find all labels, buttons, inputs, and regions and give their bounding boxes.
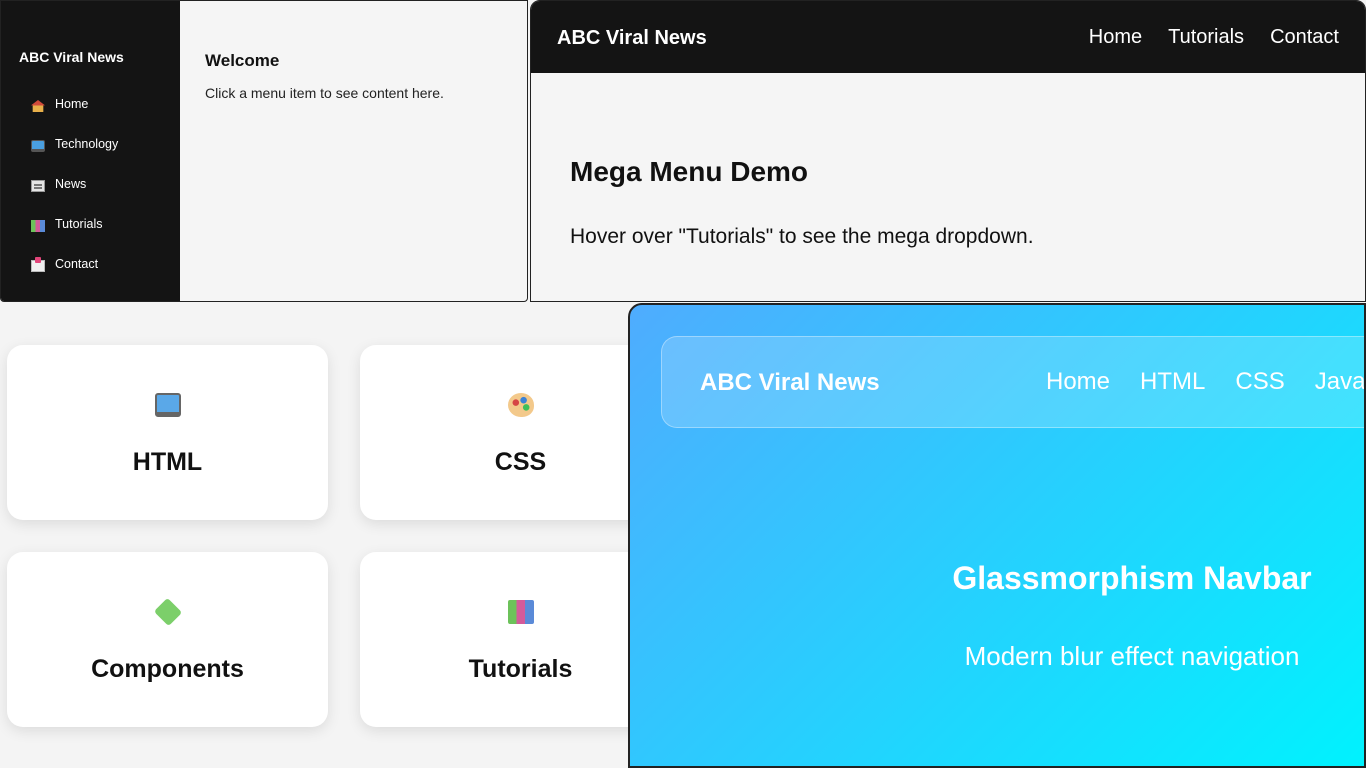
house-icon <box>31 100 45 112</box>
sidebar-item-label: Tutorials <box>55 217 103 231</box>
navbar-brand[interactable]: ABC Viral News <box>557 27 707 50</box>
glass-link-html[interactable]: HTML <box>1140 368 1205 396</box>
laptop-icon <box>31 140 45 152</box>
sidebar-item-tutorials[interactable]: Tutorials <box>31 217 118 257</box>
glass-link-java[interactable]: Java <box>1315 368 1364 396</box>
sidebar-item-home[interactable]: Home <box>31 97 118 137</box>
glass-subtitle: Modern blur effect navigation <box>964 641 1300 671</box>
glass-nav-links: Home HTML CSS Java <box>1046 368 1364 396</box>
sidebar-brand[interactable]: ABC Viral News <box>19 49 124 65</box>
sidebar-item-contact[interactable]: Contact <box>31 257 118 297</box>
card-html[interactable]: HTML <box>7 345 328 520</box>
palette-icon <box>507 393 534 417</box>
card-components[interactable]: Components <box>7 552 328 727</box>
sidebar-nav: Home Technology News Tutorials Contact <box>31 97 118 297</box>
books-icon <box>507 600 534 624</box>
card-title: HTML <box>132 448 203 476</box>
navbar-links: Home Tutorials Contact <box>1089 26 1339 49</box>
newspaper-icon <box>31 180 45 192</box>
sidebar-demo-panel: ABC Viral News Home Technology News Tuto… <box>0 0 528 302</box>
sidebar-item-label: Technology <box>55 137 119 151</box>
sidebar-item-label: Contact <box>55 257 99 271</box>
nav-link-tutorials[interactable]: Tutorials <box>1168 26 1244 49</box>
mega-text: Hover over "Tutorials" to see the mega d… <box>570 225 1034 248</box>
mega-menu-demo-panel: ABC Viral News Home Tutorials Contact Me… <box>530 0 1366 302</box>
glassmorphism-demo-panel: ABC Viral News Home HTML CSS Java Glassm… <box>628 303 1366 768</box>
glass-title: Glassmorphism Navbar <box>952 560 1312 596</box>
content-title: Welcome <box>205 51 280 70</box>
sidebar-item-news[interactable]: News <box>31 177 118 217</box>
laptop-icon <box>154 393 181 417</box>
nav-link-contact[interactable]: Contact <box>1270 26 1339 49</box>
sidebar-item-technology[interactable]: Technology <box>31 137 118 177</box>
content-text: Click a menu item to see content here. <box>205 85 444 101</box>
mega-title: Mega Menu Demo <box>570 156 809 187</box>
glass-link-home[interactable]: Home <box>1046 368 1110 396</box>
card-title: Components <box>91 655 244 683</box>
puzzle-icon <box>153 597 182 627</box>
books-icon <box>31 220 45 232</box>
glass-link-css[interactable]: CSS <box>1235 368 1284 396</box>
nav-link-home[interactable]: Home <box>1089 26 1142 49</box>
sidebar-content: Welcome Click a menu item to see content… <box>205 51 444 101</box>
glass-brand[interactable]: ABC Viral News <box>700 369 880 397</box>
sidebar: ABC Viral News Home Technology News Tuto… <box>1 1 180 301</box>
sidebar-item-label: Home <box>55 97 89 111</box>
sidebar-item-label: News <box>55 177 87 191</box>
mailbox-icon <box>31 257 45 272</box>
top-navbar: ABC Viral News Home Tutorials Contact <box>531 1 1365 73</box>
